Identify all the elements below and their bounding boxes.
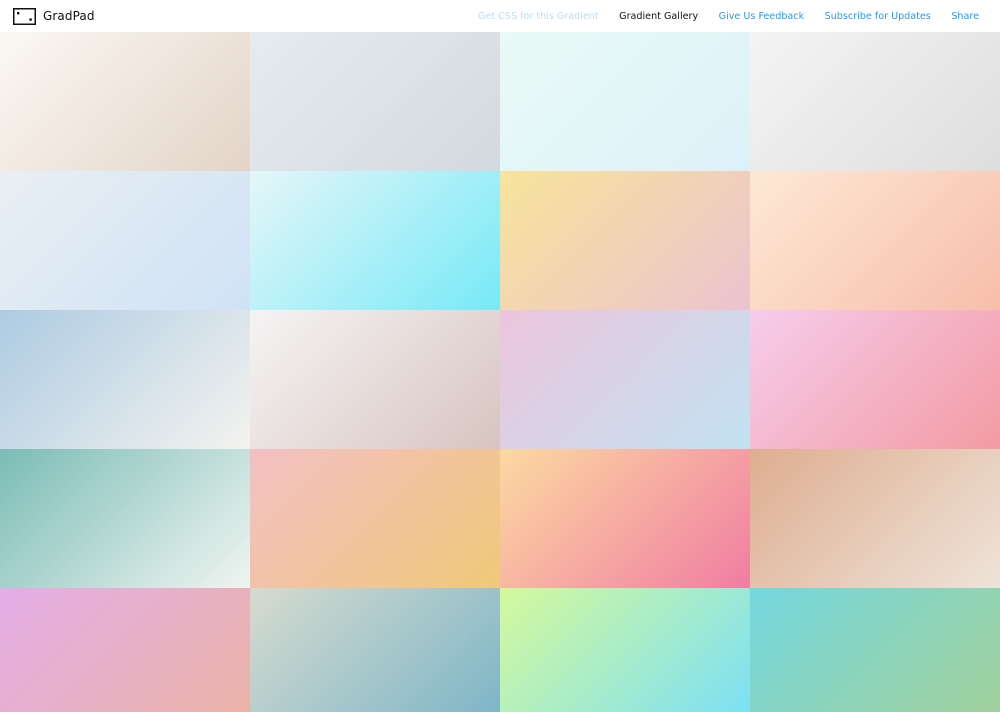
gradient-gallery-grid xyxy=(0,32,1000,712)
subscribe-link[interactable]: Subscribe for Updates xyxy=(825,11,931,22)
gradient-swatch[interactable] xyxy=(250,32,500,171)
gradient-swatch[interactable] xyxy=(250,449,500,588)
gradient-swatch[interactable] xyxy=(500,449,750,588)
get-css-link: Get CSS for this Gradient xyxy=(478,10,599,22)
gradient-swatch[interactable] xyxy=(0,588,250,712)
gradient-swatch[interactable] xyxy=(750,449,1000,588)
gradient-swatch[interactable] xyxy=(250,171,500,310)
app-name: GradPad xyxy=(43,9,95,23)
gradient-swatch[interactable] xyxy=(500,588,750,712)
gradient-gallery-link[interactable]: Gradient Gallery xyxy=(619,11,698,22)
gradient-swatch[interactable] xyxy=(250,310,500,449)
gradient-swatch[interactable] xyxy=(500,310,750,449)
top-nav: Get CSS for this Gradient Gradient Galle… xyxy=(478,0,1000,32)
gradient-swatch[interactable] xyxy=(750,32,1000,171)
top-bar: GradPad Get CSS for this Gradient Gradie… xyxy=(0,0,1000,32)
gradient-swatch[interactable] xyxy=(0,310,250,449)
window-icon xyxy=(13,7,36,25)
gradient-swatch[interactable] xyxy=(0,171,250,310)
gradient-swatch[interactable] xyxy=(500,171,750,310)
gradient-swatch[interactable] xyxy=(0,449,250,588)
brand-logo-link[interactable]: GradPad xyxy=(13,7,95,25)
gradient-swatch[interactable] xyxy=(750,310,1000,449)
gradient-swatch[interactable] xyxy=(750,588,1000,712)
gradient-swatch[interactable] xyxy=(0,32,250,171)
share-link[interactable]: Share xyxy=(951,11,979,22)
gradient-swatch[interactable] xyxy=(500,32,750,171)
gradient-swatch[interactable] xyxy=(250,588,500,712)
gradient-swatch[interactable] xyxy=(750,171,1000,310)
feedback-link[interactable]: Give Us Feedback xyxy=(719,11,805,22)
